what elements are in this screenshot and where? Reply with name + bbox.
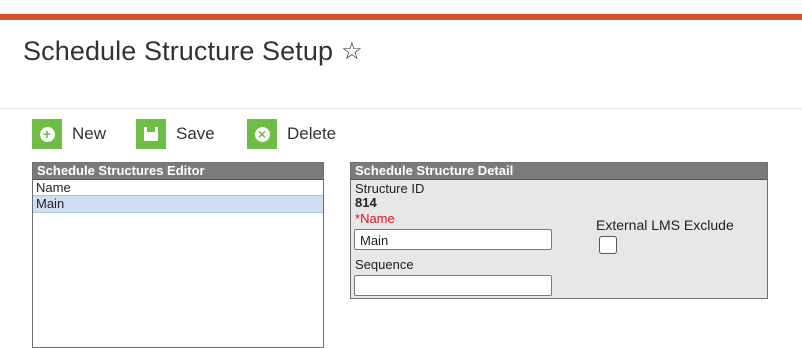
schedule-structure-detail: Schedule Structure Detail Structure ID 8… [350, 162, 768, 299]
page-title: Schedule Structure Setup ☆ [23, 36, 363, 67]
top-header-bar [0, 0, 802, 20]
external-lms-exclude-checkbox[interactable] [599, 236, 617, 254]
top-accent-stripe [0, 14, 802, 20]
external-lms-exclude-label: External LMS Exclude [596, 217, 734, 233]
structure-id-label: Structure ID [355, 181, 425, 196]
new-button[interactable]: + New [32, 119, 106, 149]
editor-title: Schedule Structures Editor [33, 163, 323, 180]
name-field-label: *Name [355, 211, 395, 226]
sequence-field[interactable] [354, 275, 552, 296]
schedule-structures-editor: Schedule Structures Editor Name Main [32, 162, 324, 348]
delete-button-label: Delete [287, 124, 337, 143]
star-outline-icon[interactable]: ☆ [341, 37, 363, 66]
new-button-label: New [72, 124, 107, 143]
save-button-label: Save [176, 124, 215, 143]
detail-title: Schedule Structure Detail [351, 163, 767, 180]
name-field[interactable]: Main [354, 229, 552, 250]
plus-icon: + [39, 126, 55, 142]
title-divider [0, 108, 802, 109]
delete-button[interactable]: × Delete [247, 119, 336, 149]
sequence-field-label: Sequence [355, 257, 414, 272]
action-toolbar: + New Save × Delete [0, 115, 802, 151]
name-label-text: Name [360, 211, 395, 226]
save-icon [144, 127, 158, 141]
delete-x-icon: × [254, 126, 270, 142]
name-column-header[interactable]: Name [33, 180, 323, 196]
structure-id-value: 814 [355, 195, 377, 210]
page-title-text: Schedule Structure Setup [23, 36, 334, 66]
save-button[interactable]: Save [136, 119, 215, 149]
list-item[interactable]: Main [33, 196, 323, 213]
